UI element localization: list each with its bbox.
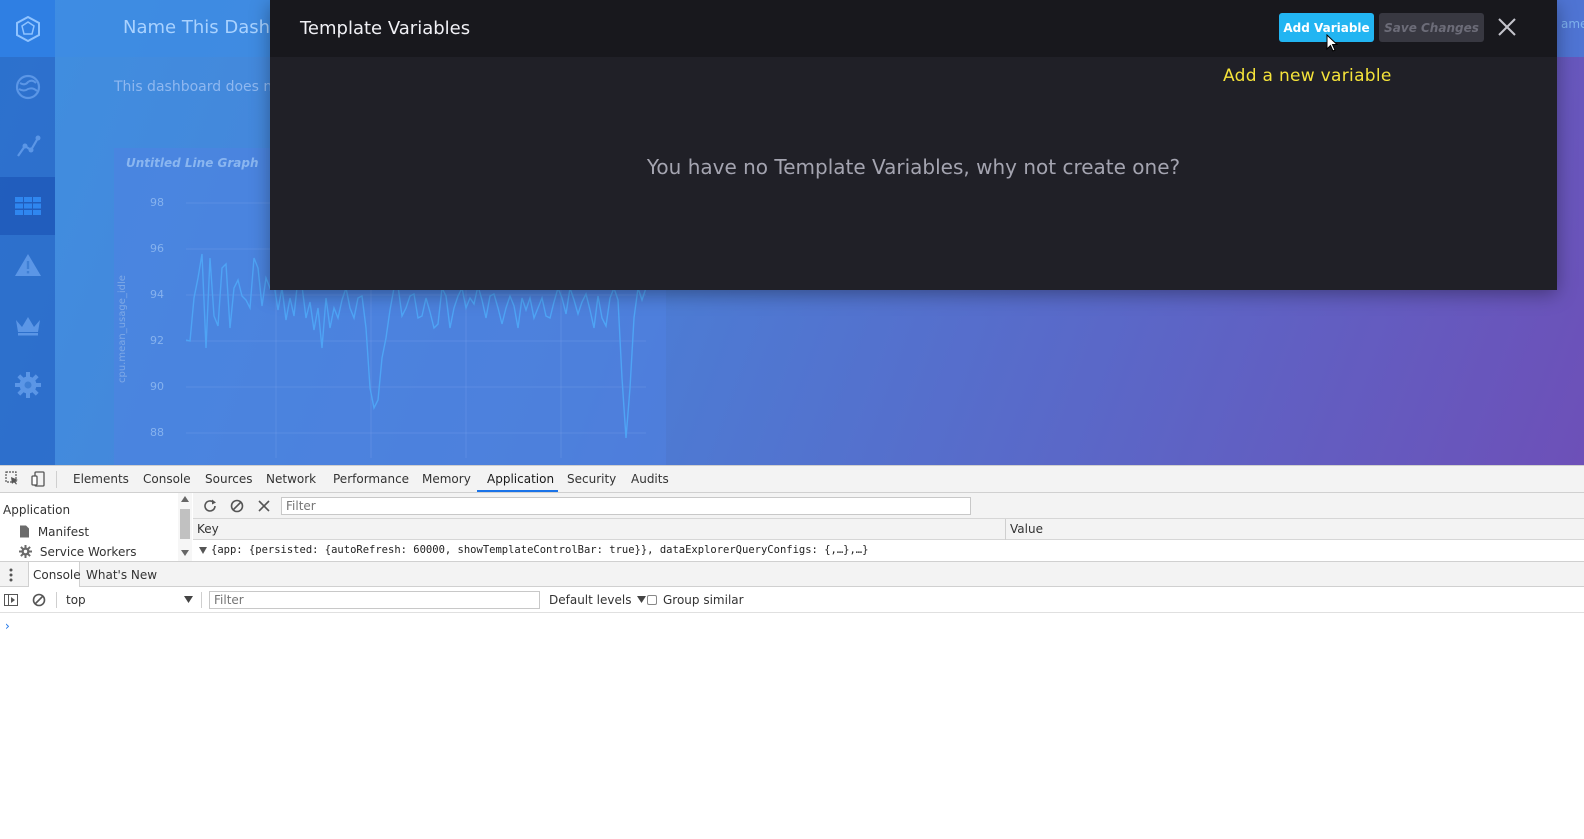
log-levels-label: Default levels — [549, 593, 632, 607]
inspect-element-icon[interactable] — [5, 471, 19, 485]
tab-sources[interactable]: Sources — [205, 472, 252, 486]
tree-item-service-workers[interactable]: Service Workers — [19, 545, 137, 559]
template-variables-modal: Template Variables Add Variable Save Cha… — [270, 0, 1557, 290]
close-button[interactable] — [1496, 16, 1518, 38]
application-section-title: Application — [3, 503, 71, 517]
context-selector[interactable]: top — [66, 593, 86, 607]
sidebar-item-explorer[interactable] — [0, 118, 55, 176]
devtools-tab-bar: Elements Console Sources Network Perform… — [0, 466, 1584, 493]
key-column-header[interactable]: Key — [197, 522, 219, 536]
graph-y-axis-label: cpu.mean_usage_idle — [117, 275, 128, 383]
device-toolbar-icon[interactable] — [31, 471, 45, 487]
y-tick-label: 94 — [150, 288, 164, 301]
alert-icon — [14, 254, 41, 276]
group-similar-checkbox[interactable] — [647, 595, 657, 605]
clear-console-icon[interactable] — [32, 593, 46, 607]
tab-performance[interactable]: Performance — [333, 472, 409, 486]
tree-item-manifest[interactable]: Manifest — [19, 525, 89, 539]
y-tick-label: 98 — [150, 196, 164, 209]
sidebar — [0, 0, 55, 465]
scroll-down-icon[interactable] — [181, 550, 189, 556]
table-row[interactable]: {app: {persisted: {autoRefresh: 60000, s… — [193, 541, 1584, 561]
tab-audits[interactable]: Audits — [631, 472, 669, 486]
add-variable-tooltip: Add a new variable — [1223, 66, 1392, 86]
y-tick-label: 90 — [150, 380, 164, 393]
devtools-panel: Elements Console Sources Network Perform… — [0, 465, 1584, 839]
scroll-up-icon[interactable] — [181, 496, 189, 502]
sidebar-item-admin[interactable] — [0, 296, 55, 354]
console-toolbar: top Default levels Group similar — [0, 587, 1584, 613]
console-filter-input[interactable] — [209, 591, 540, 609]
refresh-icon[interactable] — [203, 499, 217, 513]
tab-memory[interactable]: Memory — [422, 472, 471, 486]
drawer-tab-whats-new[interactable]: What's New — [86, 568, 157, 582]
more-options-icon[interactable] — [9, 568, 13, 582]
application-sidebar: Application Manifest Service Workers — [0, 493, 192, 561]
scrollbar-thumb[interactable] — [180, 509, 190, 539]
close-icon — [1498, 18, 1516, 36]
chevron-down-icon[interactable] — [184, 596, 193, 603]
sidebar-item-dashboards[interactable] — [0, 177, 55, 235]
dashboard-title[interactable]: Name This Dashb — [123, 17, 281, 38]
sidebar-item-alerts[interactable] — [0, 236, 55, 294]
header-right-text: ame C — [1561, 17, 1584, 31]
group-similar-label[interactable]: Group similar — [663, 593, 744, 607]
tab-network[interactable]: Network — [266, 472, 316, 486]
mouse-cursor-icon — [1326, 34, 1338, 52]
gear-icon — [14, 372, 41, 398]
console-prompt[interactable]: › — [5, 619, 10, 633]
sidebar-logo[interactable] — [0, 0, 55, 57]
storage-row-key: {app: {persisted: {autoRefresh: 60000, s… — [211, 544, 869, 556]
storage-filter-input[interactable] — [281, 497, 971, 515]
save-changes-button[interactable]: Save Changes — [1379, 13, 1484, 42]
app-background: Name This Dashb ame C This dashboard doe… — [0, 0, 1584, 465]
log-levels-dropdown[interactable]: Default levels — [549, 593, 647, 607]
sidebar-item-configuration[interactable] — [0, 356, 55, 414]
tree-item-label: Manifest — [37, 525, 90, 539]
y-tick-label: 92 — [150, 334, 164, 347]
graph-title[interactable]: Untitled Line Graph — [126, 156, 259, 170]
modal-title: Template Variables — [300, 18, 471, 39]
graph-icon — [16, 135, 40, 157]
dashboards-icon — [14, 197, 41, 215]
console-sidebar-icon[interactable] — [4, 594, 18, 606]
sidebar-item-hosts[interactable] — [0, 58, 55, 116]
modal-header: Template Variables Add Variable Save Cha… — [270, 0, 1557, 57]
tab-application[interactable]: Application — [487, 472, 554, 486]
tree-item-label: Service Workers — [39, 545, 137, 559]
y-tick-label: 96 — [150, 242, 164, 255]
file-icon — [20, 525, 29, 538]
tab-elements[interactable]: Elements — [73, 472, 129, 486]
empty-state-message: You have no Template Variables, why not … — [646, 155, 1181, 179]
expand-triangle-icon[interactable] — [199, 547, 207, 554]
globe-icon — [15, 74, 40, 100]
tab-console[interactable]: Console — [143, 472, 191, 486]
active-tab-indicator — [477, 490, 558, 492]
clear-all-icon[interactable] — [230, 499, 244, 513]
drawer-tab-console[interactable]: Console — [33, 568, 81, 582]
y-tick-label: 88 — [150, 426, 164, 439]
gear-icon — [19, 545, 32, 558]
value-column-header[interactable]: Value — [1010, 522, 1043, 536]
drawer-tab-bar: Console What's New — [0, 561, 1584, 587]
storage-toolbar — [193, 493, 1584, 519]
crown-icon — [15, 317, 40, 336]
dashboard-notice: This dashboard does not — [114, 79, 287, 95]
storage-table-header: Key Value — [193, 519, 1584, 540]
delete-selected-icon[interactable] — [258, 500, 270, 512]
tab-security[interactable]: Security — [567, 472, 616, 486]
chevron-down-icon — [637, 596, 647, 603]
logo-icon — [15, 15, 40, 42]
